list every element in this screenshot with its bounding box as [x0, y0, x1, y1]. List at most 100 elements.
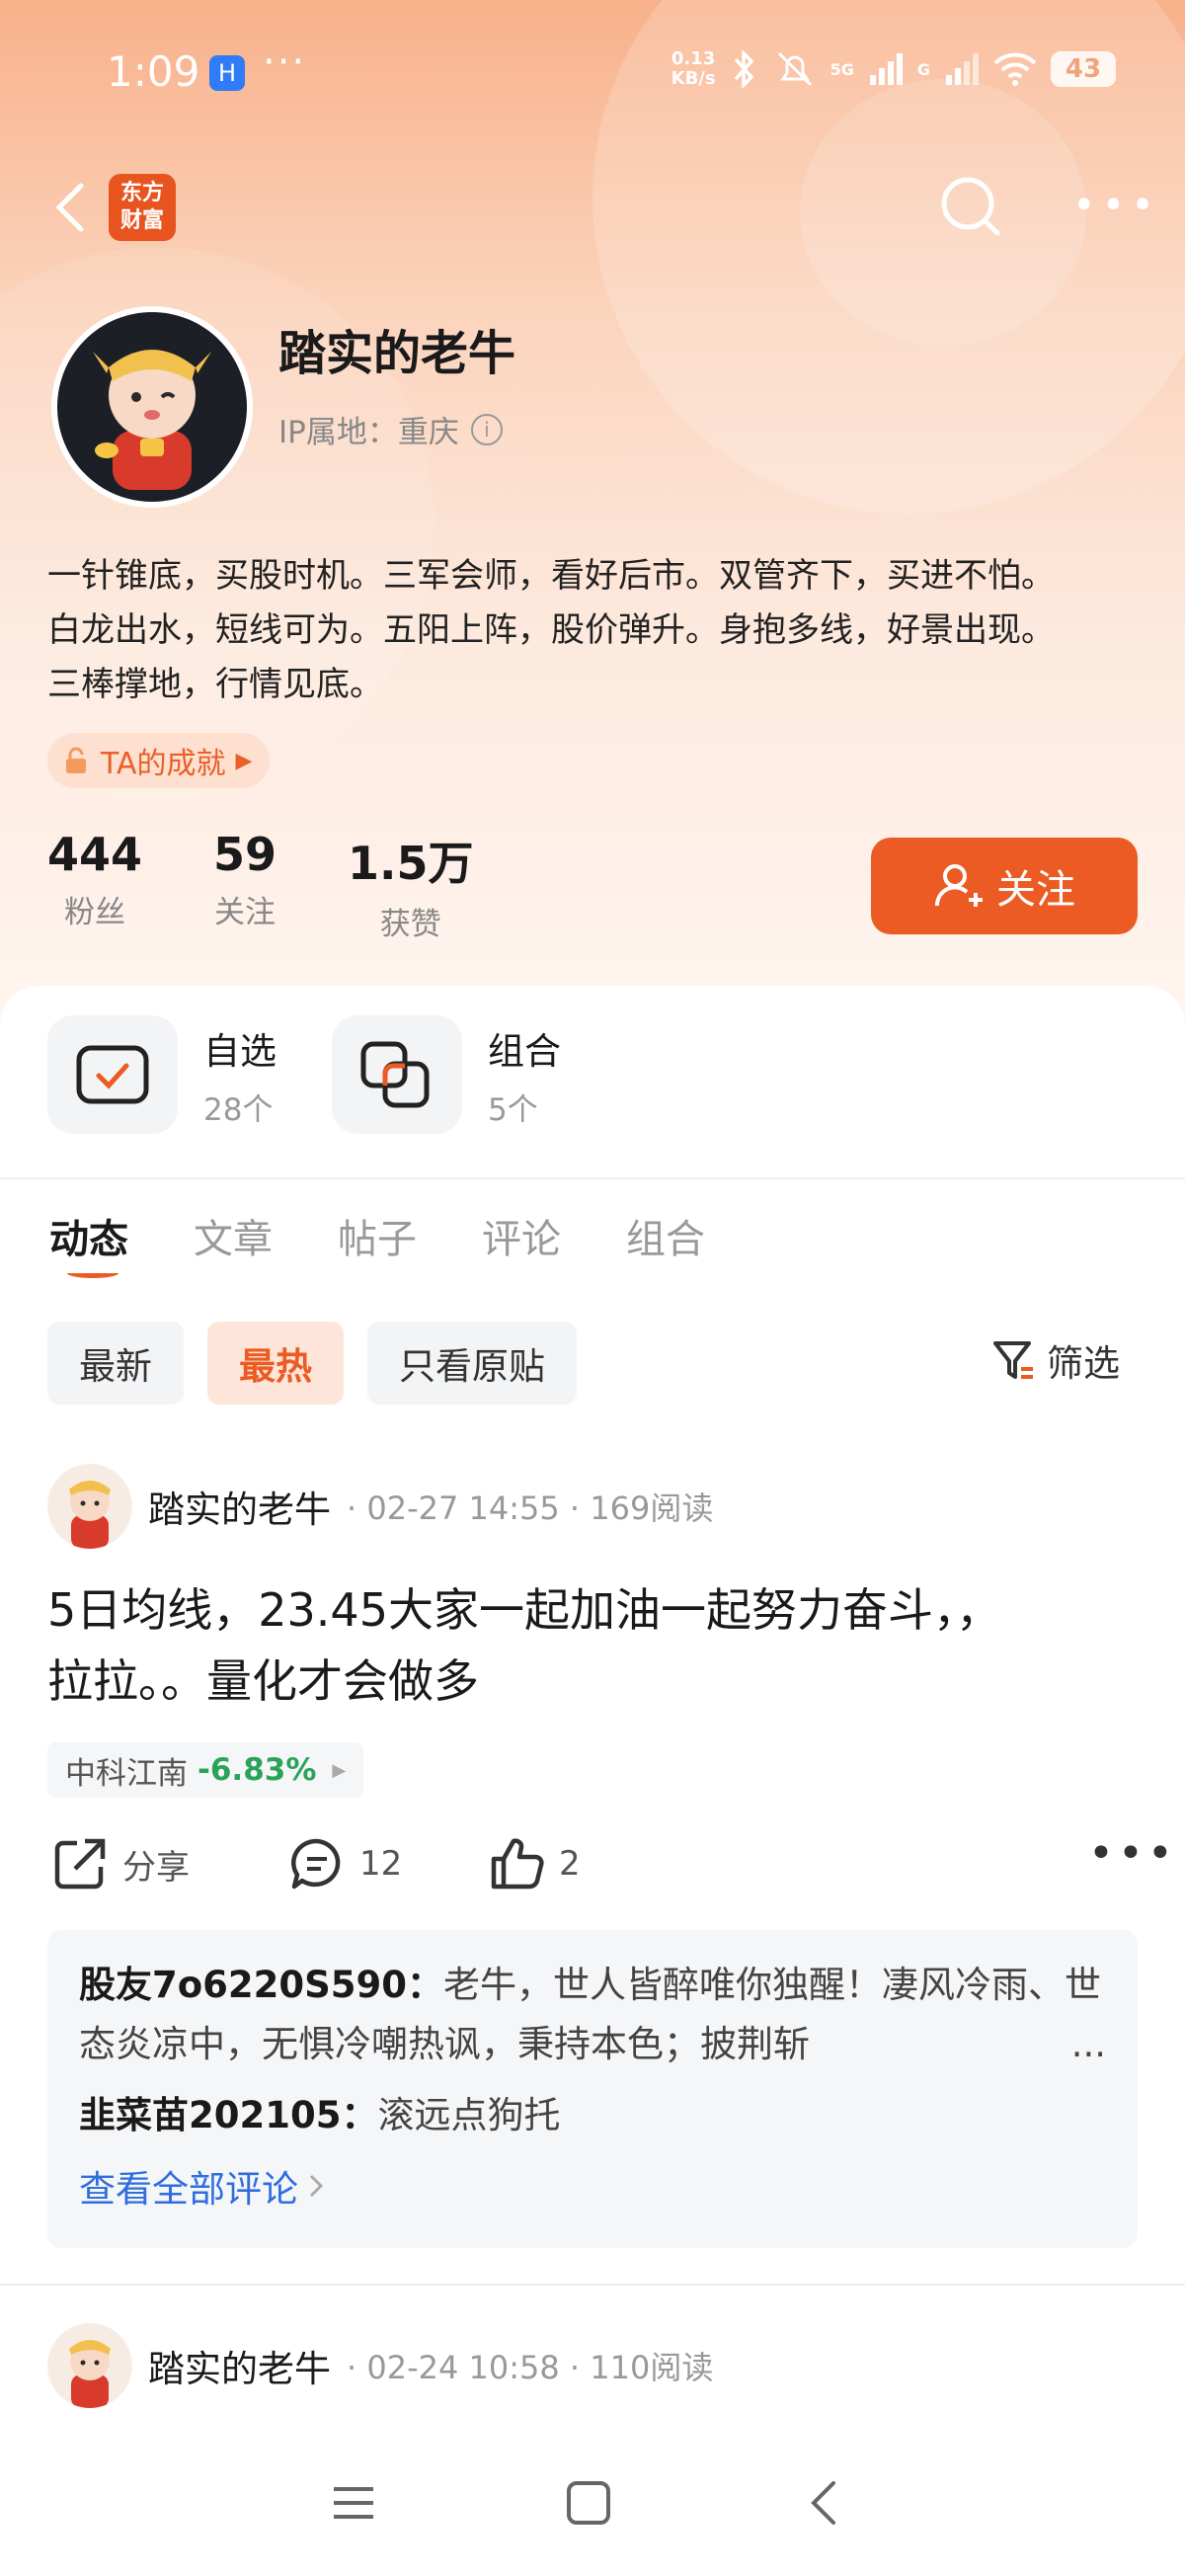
comment-item[interactable]: 韭菜苗202105：滚远点狗托 — [79, 2086, 1106, 2145]
profile-username: 踏实的老牛 — [278, 326, 516, 381]
post-header: 踏实的老牛 · 02-24 10:58 · 110阅读 — [47, 2323, 713, 2408]
stock-change: -6.83% — [198, 1752, 317, 1788]
post-more-icon[interactable]: ••• — [1088, 1832, 1177, 1876]
search-icon[interactable] — [936, 172, 1005, 241]
portfolio-title: 组合 — [488, 1029, 561, 1073]
tab-label: 组合 — [626, 1217, 705, 1262]
see-all-comments-link[interactable]: 查看全部评论 — [79, 2159, 1106, 2213]
comment-user[interactable]: 韭菜苗202105： — [79, 2094, 377, 2136]
post-author-avatar[interactable] — [47, 2323, 132, 2408]
brand-logo-line2: 财富 — [119, 208, 164, 233]
portfolio-count: 5个 — [488, 1091, 538, 1128]
post-author-name[interactable]: 踏实的老牛 — [148, 2339, 331, 2392]
tab-comments[interactable]: 评论 — [482, 1207, 561, 1264]
bio-line: 三棒撑地，行情见底。 — [47, 665, 383, 704]
achievement-label: TA的成就 — [101, 747, 226, 781]
thumbs-up-icon — [491, 1838, 544, 1890]
signal-icon — [869, 53, 903, 85]
signal-icon-2 — [946, 53, 979, 85]
comment-text: 滚远点狗托 — [377, 2094, 561, 2136]
chip-latest[interactable]: 最新 — [47, 1322, 184, 1405]
menu-icon[interactable] — [330, 2479, 377, 2527]
app-notification-icon: H — [209, 55, 245, 91]
tab-label: 帖子 — [338, 1217, 417, 1262]
see-all-label: 查看全部评论 — [79, 2168, 298, 2211]
follow-button[interactable]: 关注 — [871, 838, 1138, 934]
stat-followers[interactable]: 444 粉丝 — [47, 828, 142, 943]
brand-logo-line1: 东方 — [119, 181, 164, 205]
filter-label: 筛选 — [1047, 1342, 1120, 1385]
stat-following[interactable]: 59 关注 — [213, 828, 276, 943]
profile-avatar[interactable] — [51, 306, 253, 508]
stat-likes[interactable]: 1.5万 获赞 — [348, 828, 474, 943]
lock-icon — [66, 747, 86, 773]
home-icon[interactable] — [565, 2479, 612, 2527]
comment-count: 12 — [359, 1844, 403, 1884]
ox-mascot-avatar-image — [93, 350, 211, 490]
back-icon[interactable] — [802, 2479, 849, 2527]
ip-location-value: 重庆 — [397, 415, 459, 450]
post-header: 踏实的老牛 · 02-27 14:55 · 169阅读 — [47, 1464, 713, 1549]
watchlist-count: 28个 — [203, 1091, 274, 1128]
stat-value: 1.5万 — [348, 837, 474, 890]
chip-original-only[interactable]: 只看原贴 — [367, 1322, 577, 1405]
share-label: 分享 — [122, 1847, 190, 1888]
chevron-right-icon — [309, 2174, 324, 2198]
stock-name: 中科江南 — [65, 1755, 188, 1792]
filter-chips: 最新 最热 只看原贴 — [47, 1322, 577, 1405]
achievement-badge[interactable]: TA的成就 ▶ — [47, 733, 271, 788]
bluetooth-icon — [734, 49, 753, 89]
post-author-name[interactable]: 踏实的老牛 — [148, 1480, 331, 1533]
tab-label: 文章 — [194, 1217, 273, 1262]
profile-stats: 444 粉丝 59 关注 1.5万 获赞 — [47, 828, 545, 943]
post-meta: · 02-24 10:58 · 110阅读 — [347, 2349, 714, 2386]
comment-user[interactable]: 股友7o6220S590： — [79, 1964, 443, 2006]
filter-button[interactable]: 筛选 — [991, 1333, 1120, 1387]
post-text-line: 拉拉。。量化才会做多 — [47, 1654, 479, 1708]
watchlist-entry[interactable]: 自选 28个 — [47, 1015, 276, 1134]
stat-label: 关注 — [214, 895, 276, 930]
info-icon[interactable]: i — [470, 413, 503, 445]
tab-label: 评论 — [482, 1217, 561, 1262]
net-speed-value: 0.13 — [671, 48, 716, 69]
post-author-avatar[interactable] — [47, 1464, 132, 1549]
comment-item[interactable]: 股友7o6220S590：老牛，世人皆醉唯你独醒！凄风冷雨、世态炎凉中，无惧冷嘲… — [79, 1956, 1106, 2074]
tab-feed[interactable]: 动态 — [49, 1207, 128, 1278]
more-notifications-icon: ··· — [263, 40, 307, 85]
post-content[interactable]: 5日均线，23.45大家一起加油一起努力奋斗，， 拉拉。。量化才会做多 — [47, 1574, 1144, 1717]
caret-right-icon: ▶ — [332, 1759, 347, 1781]
comment-icon — [291, 1838, 341, 1890]
tab-portfolio[interactable]: 组合 — [626, 1207, 705, 1264]
stock-tag[interactable]: 中科江南 -6.83% ▶ — [47, 1742, 364, 1798]
bio-line: 一针锥底，买股时机。三军会师，看好后市。双管齐下，买进不怕。 — [47, 556, 1055, 596]
tab-articles[interactable]: 文章 — [194, 1207, 273, 1264]
mute-bell-icon — [777, 51, 812, 87]
stat-label: 获赞 — [379, 907, 441, 942]
signal-5g-label: 5G — [830, 59, 854, 79]
comment-button[interactable]: 12 — [288, 1835, 402, 1892]
net-speed-unit: KB/s — [671, 68, 716, 89]
network-speed: 0.13 KB/s — [672, 49, 716, 89]
share-button[interactable]: 分享 — [51, 1835, 190, 1892]
follow-label: 关注 — [996, 867, 1075, 913]
comment-preview-box[interactable]: 股友7o6220S590：老牛，世人皆醉唯你独醒！凄风冷雨、世态炎凉中，无惧冷嘲… — [47, 1930, 1138, 2248]
chip-hottest[interactable]: 最热 — [207, 1322, 344, 1405]
tab-posts[interactable]: 帖子 — [338, 1207, 417, 1264]
post-actions: 分享 12 2 ••• — [51, 1832, 1173, 1898]
like-button[interactable]: 2 — [488, 1835, 581, 1892]
divider — [0, 2284, 1185, 2286]
content-tabs: 动态 文章 帖子 评论 组合 — [49, 1207, 770, 1278]
back-arrow-icon[interactable] — [45, 178, 101, 237]
post-text-line: 5日均线，23.45大家一起加油一起努力奋斗，， — [47, 1583, 1001, 1637]
signal-g-label: G — [916, 59, 930, 79]
stat-value: 59 — [213, 828, 277, 881]
watchlist-title: 自选 — [203, 1029, 276, 1073]
battery-indicator: 43 — [1051, 51, 1116, 87]
more-options-icon[interactable]: ••• — [1072, 186, 1160, 225]
comment-ellipsis: ... — [1061, 2015, 1106, 2074]
portfolio-icon — [332, 1015, 462, 1134]
portfolio-entry[interactable]: 组合 5个 — [332, 1015, 561, 1134]
caret-right-icon: ▶ — [235, 748, 253, 773]
post-meta: · 02-27 14:55 · 169阅读 — [347, 1489, 714, 1527]
share-icon — [54, 1838, 106, 1890]
